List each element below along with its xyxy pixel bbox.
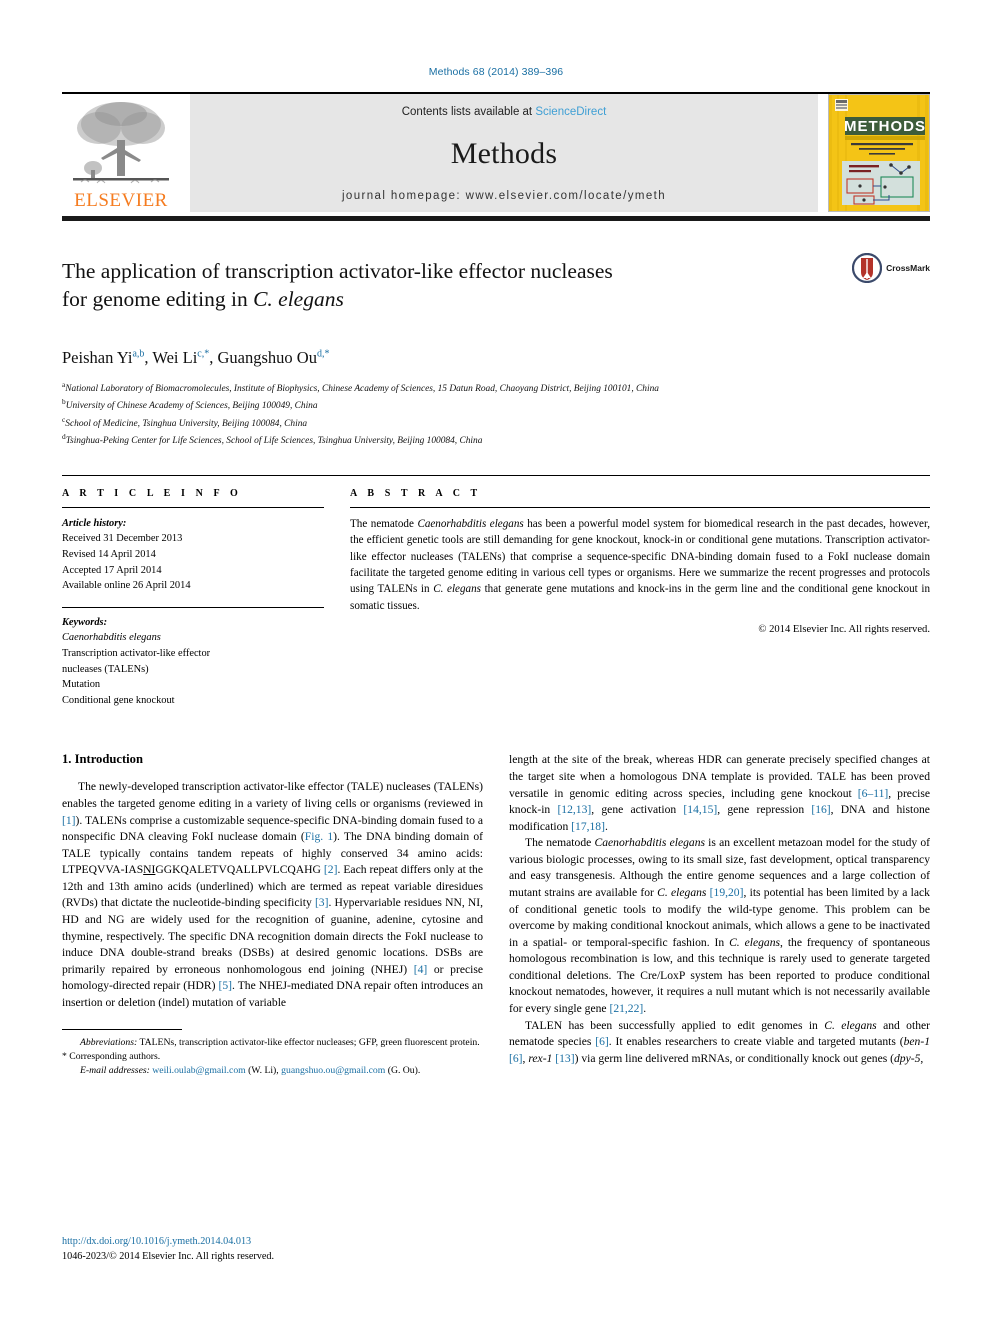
contents-available-line: Contents lists available at ScienceDirec… — [402, 106, 607, 118]
footer-doi-block: http://dx.doi.org/10.1016/j.ymeth.2014.0… — [62, 1235, 274, 1265]
author-affil-marker-2: d,* — [316, 348, 330, 360]
elsevier-logo: ELSEVIER — [62, 94, 180, 212]
keyword-item-3: Mutation — [62, 679, 101, 691]
author-affil-marker-0: a,b — [132, 348, 145, 360]
body-column-left: 1. Introduction The newly-developed tran… — [62, 752, 483, 1077]
email-link-2[interactable]: guangshuo.ou@gmail.com — [281, 1065, 385, 1076]
author-name-2: Guangshuo Ou — [217, 348, 317, 367]
title-line-2-species: C. elegans — [253, 287, 344, 312]
affiliation-item: dTsinghua-Peking Center for Life Science… — [62, 431, 930, 448]
body-paragraph: The nematode Caenorhabditis elegans is a… — [509, 836, 931, 1016]
title-block: The application of transcription activat… — [62, 253, 930, 331]
title-line-2-plain: for genome editing in — [62, 287, 254, 312]
keyword-item-0: Caenorhabditis elegans — [62, 632, 161, 644]
footnote-corresponding: * Corresponding authors. — [62, 1051, 161, 1063]
abbreviations-text: TALENs, transcription activator-like eff… — [139, 1037, 480, 1049]
abbreviations-label: Abbreviations: — [80, 1037, 138, 1049]
affiliation-text-2: School of Medicine, Tsinghua University,… — [65, 418, 308, 429]
crossmark-label: CrossMark — [886, 263, 930, 273]
abstract-rule — [350, 506, 930, 508]
masthead-center-panel: Contents lists available at ScienceDirec… — [190, 94, 818, 212]
elsevier-wordmark: ELSEVIER — [74, 190, 168, 211]
keywords-group: Keywords: Caenorhabditis elegans Transcr… — [62, 615, 324, 709]
journal-title: Methods — [450, 137, 558, 170]
running-head: Methods 68 (2014) 389–396 — [428, 66, 564, 78]
svg-text:METHODS: METHODS — [844, 118, 926, 135]
body-paragraph: length at the site of the break, whereas… — [509, 753, 930, 833]
journal-article-page: Methods 68 (2014) 389–396 ELSEVIER Conte… — [0, 0, 992, 1323]
email-owner-2: (G. Ou). — [387, 1065, 421, 1077]
abstract-heading: A B S T R A C T — [350, 487, 482, 499]
contents-prefix: Contents lists available at — [401, 106, 536, 118]
journal-masthead: ELSEVIER Contents lists available at Sci… — [62, 92, 930, 212]
journal-homepage-link[interactable]: journal homepage: www.elsevier.com/locat… — [342, 190, 666, 202]
history-item-2: Accepted 17 April 2014 — [62, 564, 162, 576]
affiliation-list: aNational Laboratory of Biomacromolecule… — [62, 379, 930, 449]
body-paragraph: TALEN has been successfully applied to e… — [509, 1018, 931, 1065]
article-history-label: Article history: — [62, 517, 127, 529]
author-name-1: Wei Li — [152, 348, 198, 367]
abstract-column: A B S T R A C T The nematode Caenorhabdi… — [350, 488, 930, 709]
email-owner-1: (W. Li), — [248, 1065, 279, 1077]
article-info-heading: A R T I C L E I N F O — [62, 487, 242, 499]
affiliation-text-1: University of Chinese Academy of Science… — [65, 401, 318, 412]
affiliation-item: cSchool of Medicine, Tsinghua University… — [62, 414, 930, 431]
journal-cover-thumbnail: METHODS — [828, 94, 930, 212]
sciencedirect-link[interactable]: ScienceDirect — [535, 106, 606, 118]
affiliation-text-0: National Laboratory of Biomacromolecules… — [65, 384, 659, 395]
page-title: The application of transcription activat… — [62, 257, 802, 314]
article-info-column: A R T I C L E I N F O Article history: R… — [62, 488, 324, 709]
history-item-1: Revised 14 April 2014 — [62, 548, 156, 560]
keyword-item-4: Conditional gene knockout — [62, 694, 175, 706]
keywords-rule — [62, 606, 324, 608]
issn-copyright: 1046-2023/© 2014 Elsevier Inc. All right… — [62, 1251, 275, 1263]
article-body: 1. Introduction The newly-developed tran… — [62, 752, 930, 1077]
title-line-1: The application of transcription activat… — [62, 259, 613, 283]
section-heading-introduction: 1. Introduction — [62, 752, 143, 767]
email-label: E-mail addresses: — [80, 1065, 150, 1077]
history-item-0: Received 31 December 2013 — [62, 533, 183, 545]
body-paragraph: The newly-developed transcription activa… — [62, 780, 484, 1009]
abstract-copyright: © 2014 Elsevier Inc. All rights reserved… — [758, 624, 930, 636]
affiliation-text-3: Tsinghua-Peking Center for Life Sciences… — [65, 436, 483, 447]
keyword-item-1: Transcription activator-like effector — [62, 647, 211, 659]
crossmark-icon — [852, 253, 883, 283]
article-history-group: Article history: Received 31 December 20… — [62, 516, 324, 594]
affiliation-item: aNational Laboratory of Biomacromolecule… — [62, 379, 930, 396]
body-column-right: length at the site of the break, whereas… — [509, 752, 930, 1077]
cover-artwork: METHODS — [829, 95, 929, 211]
author-list: Peishan Yia,b, Wei Lic,*, Guangshuo Oud,… — [62, 348, 330, 367]
doi-link[interactable]: http://dx.doi.org/10.1016/j.ymeth.2014.0… — [62, 1235, 274, 1250]
author-affil-marker-1: c,* — [197, 348, 210, 360]
info-abstract-band: A R T I C L E I N F O Article history: R… — [62, 474, 930, 709]
author-name-0: Peishan Yi — [62, 348, 133, 367]
masthead-bottom-rule — [62, 216, 930, 221]
article-info-rule — [62, 506, 324, 508]
abstract-text: The nematode Caenorhabditis elegans has … — [350, 517, 931, 612]
crossmark-badge[interactable]: CrossMark — [852, 253, 930, 283]
footnote-emails: E-mail addresses: weili.oulab@gmail.com … — [62, 1064, 483, 1078]
keywords-label: Keywords: — [62, 616, 108, 628]
footnotes-block: Abbreviations: TALENs, transcription act… — [62, 1036, 483, 1077]
footnote-abbreviations: Abbreviations: TALENs, transcription act… — [62, 1036, 483, 1050]
footnotes-rule — [62, 1029, 182, 1036]
email-link-1[interactable]: weili.oulab@gmail.com — [152, 1065, 245, 1076]
history-item-3: Available online 26 April 2014 — [62, 580, 191, 592]
affiliation-item: bUniversity of Chinese Academy of Scienc… — [62, 396, 930, 413]
keyword-item-2: nucleases (TALENs) — [62, 663, 149, 675]
elsevier-tree-icon — [73, 102, 169, 184]
